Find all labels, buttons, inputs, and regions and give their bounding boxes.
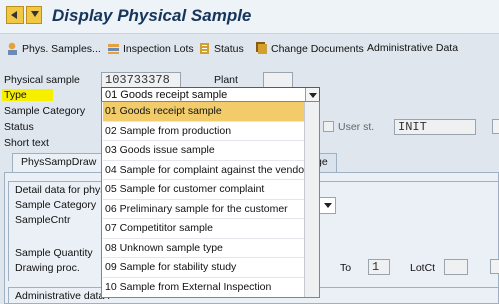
- user-status-button[interactable]: [492, 119, 499, 134]
- inspection-lots-button[interactable]: Inspection Lots: [107, 42, 194, 55]
- status-icon: [198, 42, 211, 55]
- type-combobox-value: 01 Goods receipt sample: [105, 89, 228, 101]
- detail-sample-category-combobox[interactable]: [318, 197, 336, 214]
- dropdown-option[interactable]: 07 Competititor sample: [103, 219, 304, 239]
- title-bar: Display Physical Sample: [0, 0, 499, 34]
- status-label: Status: [214, 42, 244, 55]
- chevron-down-icon[interactable]: [321, 198, 335, 213]
- menu-dropdown-icon[interactable]: [26, 6, 42, 24]
- dropdown-option[interactable]: 03 Goods issue sample: [103, 141, 304, 161]
- page-title: Display Physical Sample: [52, 6, 252, 25]
- lotct-field: [444, 259, 468, 275]
- status-label-form: Status: [4, 121, 34, 133]
- change-documents-icon: [255, 42, 268, 55]
- status-button[interactable]: Status: [198, 42, 244, 55]
- detail-group-title: Detail data for physic: [15, 184, 114, 196]
- dropdown-scrollbar[interactable]: [304, 102, 319, 297]
- sample-category-label: Sample Category: [4, 105, 86, 117]
- inspection-lots-label: Inspection Lots: [123, 42, 194, 55]
- lotct-label: LotCt: [410, 262, 436, 274]
- type-dropdown-list: 01 Goods receipt sample 02 Sample from p…: [101, 101, 320, 298]
- dropdown-option[interactable]: 10 Sample from External Inspection: [103, 278, 304, 298]
- person-sample-icon: [6, 42, 19, 55]
- detail-sample-category-label: Sample Category: [15, 199, 97, 211]
- dropdown-option[interactable]: 05 Sample for customer complaint: [103, 180, 304, 200]
- physical-sample-field[interactable]: 103733378: [101, 72, 181, 88]
- lotct-button[interactable]: [490, 259, 499, 274]
- to-field: 1: [368, 259, 390, 275]
- sample-cntr-label: SampleCntr: [15, 214, 71, 226]
- administrative-data-label: Administrative Data: [367, 42, 459, 54]
- physical-sample-label: Physical sample: [4, 74, 80, 86]
- dropdown-option[interactable]: 01 Goods receipt sample: [103, 102, 304, 122]
- dropdown-option[interactable]: 04 Sample for complaint against the vend…: [103, 161, 308, 180]
- application-toolbar: Phys. Samples... Inspection Lots Status …: [0, 38, 499, 62]
- tab-phys-samp-draw[interactable]: PhysSampDraw: [12, 153, 106, 172]
- sample-quantity-label: Sample Quantity: [15, 247, 93, 259]
- user-status-checkbox[interactable]: [323, 121, 334, 132]
- dropdown-option[interactable]: 02 Sample from production: [103, 122, 304, 141]
- phys-samples-button[interactable]: Phys. Samples...: [6, 42, 101, 55]
- plant-field[interactable]: [263, 72, 293, 88]
- dropdown-option[interactable]: 06 Preliminary sample for the customer: [103, 200, 304, 219]
- change-documents-button[interactable]: Change Documents: [255, 42, 364, 55]
- inspection-lots-icon: [107, 42, 120, 55]
- short-text-label: Short text: [4, 137, 49, 149]
- back-arrow-icon[interactable]: [6, 6, 24, 24]
- admin-data-label: Administrative data f: [15, 290, 111, 302]
- drawing-proc-label: Drawing proc.: [15, 262, 80, 274]
- plant-label: Plant: [214, 74, 238, 86]
- user-status-field: INIT: [394, 119, 476, 135]
- change-documents-label: Change Documents: [271, 42, 364, 55]
- to-label: To: [340, 262, 352, 274]
- phys-samples-label: Phys. Samples...: [22, 42, 101, 55]
- type-label: Type: [2, 89, 53, 101]
- dropdown-option[interactable]: 09 Sample for stability study: [103, 258, 304, 278]
- administrative-data-button[interactable]: Administrative Data: [367, 42, 458, 54]
- user-status-label: User st.: [338, 121, 375, 133]
- dropdown-option[interactable]: 08 Unknown sample type: [103, 239, 304, 258]
